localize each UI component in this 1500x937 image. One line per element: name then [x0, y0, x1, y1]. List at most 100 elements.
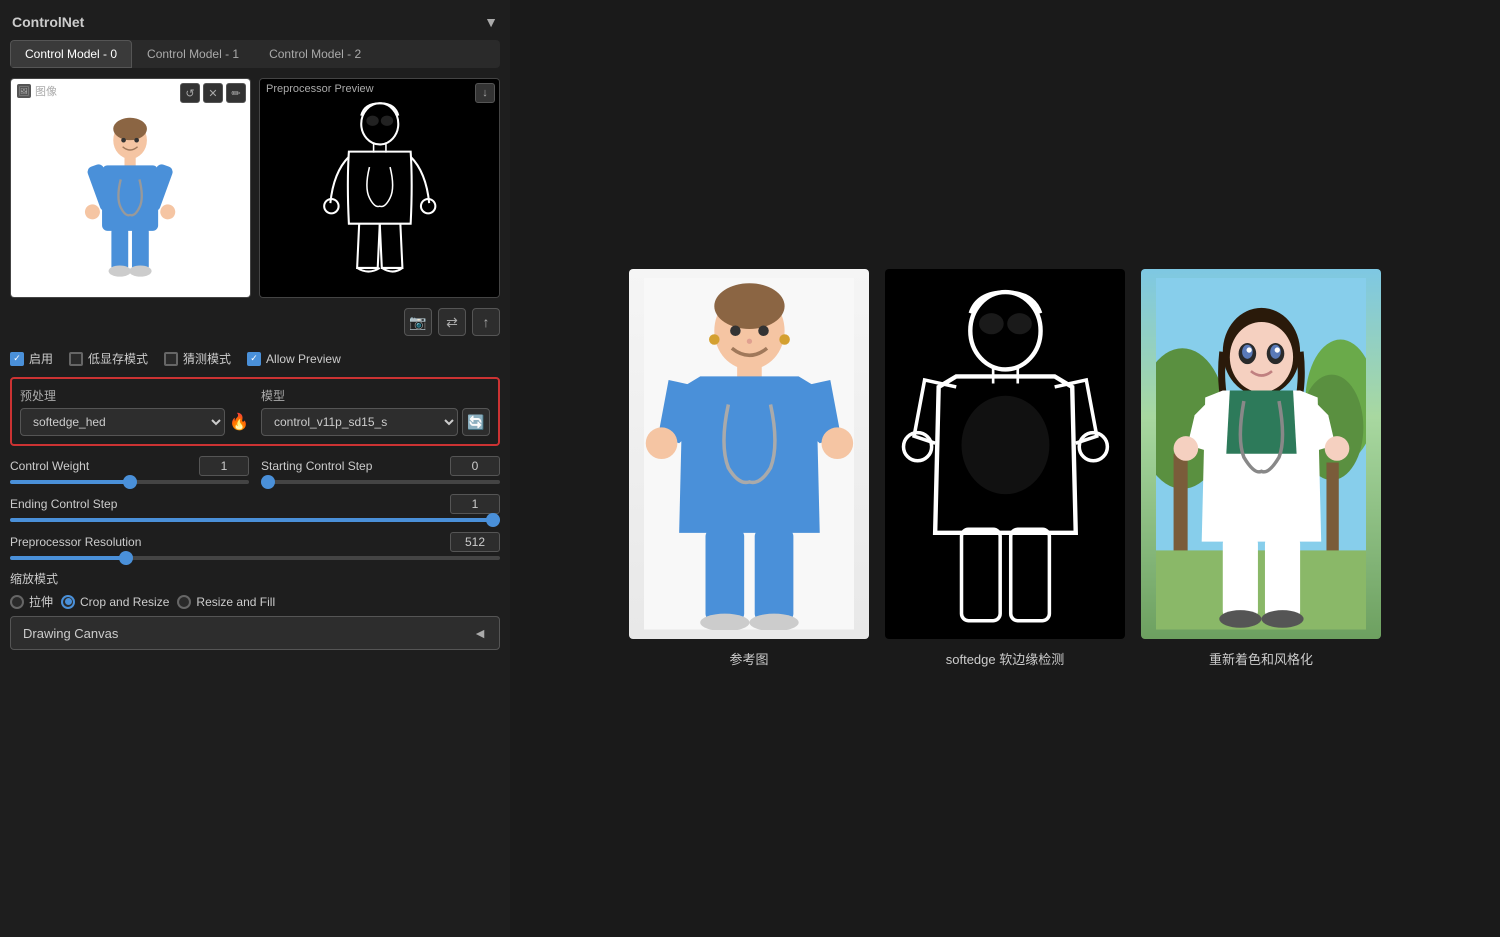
model-refresh-button[interactable]: 🔄	[462, 408, 490, 436]
stretch-radio-circle[interactable]	[10, 595, 24, 609]
preprocessor-edge-image	[260, 79, 499, 297]
guess-mode-checkbox[interactable]: 猜测模式	[164, 350, 231, 367]
crop-resize-radio-circle[interactable]	[61, 595, 75, 609]
upload-action-button[interactable]: ↑	[472, 308, 500, 336]
ending-step-label: Ending Control Step	[10, 497, 117, 511]
resize-fill-radio[interactable]: Resize and Fill	[177, 595, 275, 609]
left-panel: ControlNet ▼ Control Model - 0 Control M…	[0, 0, 510, 937]
starting-step-label: Starting Control Step	[261, 459, 372, 473]
preprocessor-select-row: softedge_hed canny depth openpose 🔥	[20, 408, 249, 436]
panel-title: ControlNet	[12, 14, 84, 30]
fire-icon: 🔥	[229, 412, 249, 432]
guess-mode-checkbox-box[interactable]	[164, 352, 178, 366]
allow-preview-checkbox-box[interactable]	[247, 352, 261, 366]
reference-caption: 参考图	[729, 649, 768, 668]
enable-label: 启用	[29, 350, 53, 367]
low-vram-checkbox-box[interactable]	[69, 352, 83, 366]
anime-result-image	[1141, 269, 1381, 639]
source-image-box: 🖼 图像 ↺ ✕ ✏	[10, 78, 251, 298]
download-button[interactable]: ↓	[475, 83, 495, 103]
panel-title-row: ControlNet ▼	[10, 10, 500, 34]
preprocessor-label: 预处理	[20, 387, 249, 404]
nurse-source-image	[11, 79, 250, 297]
edge-result-svg	[900, 278, 1111, 630]
starting-step-col: Starting Control Step 0	[261, 456, 500, 484]
edge-result-image	[885, 269, 1125, 639]
stretch-radio[interactable]: 拉伸	[10, 593, 53, 610]
previews-row: 🖼 图像 ↺ ✕ ✏	[10, 78, 500, 298]
allow-preview-label: Allow Preview	[266, 352, 341, 366]
model-select-row: control_v11p_sd15_s control_v11p_sd15_ca…	[261, 408, 490, 436]
ending-step-header: Ending Control Step 1	[10, 494, 500, 514]
reference-image-col: 参考图	[629, 269, 869, 668]
model-col: 模型 control_v11p_sd15_s control_v11p_sd15…	[261, 387, 490, 436]
preprocessor-preview-controls: ↓	[475, 83, 495, 103]
image-icon: 🖼	[17, 84, 31, 98]
control-weight-label: Control Weight	[10, 459, 89, 473]
anime-result-box	[1141, 269, 1381, 639]
ending-step-slider[interactable]	[10, 518, 500, 522]
action-buttons-row: 📷 ⇄ ↑	[10, 304, 500, 340]
stretch-label: 拉伸	[29, 593, 53, 610]
tabs-row: Control Model - 0 Control Model - 1 Cont…	[10, 40, 500, 68]
anime-result-col: 重新着色和风格化	[1141, 269, 1381, 668]
tab-control-model-2[interactable]: Control Model - 2	[254, 40, 376, 68]
preprocessor-preview-box: Preprocessor Preview ↓	[259, 78, 500, 298]
resize-fill-label: Resize and Fill	[196, 595, 275, 609]
drawing-canvas-arrow: ◄	[473, 625, 487, 641]
collapse-icon[interactable]: ▼	[484, 14, 498, 30]
control-weight-value[interactable]: 1	[199, 456, 249, 476]
model-row: 预处理 softedge_hed canny depth openpose 🔥 …	[20, 387, 490, 436]
control-weight-col: Control Weight 1	[10, 456, 249, 484]
preprocessor-select[interactable]: softedge_hed canny depth openpose	[20, 408, 225, 436]
reference-nurse-svg	[644, 278, 855, 630]
sliders-section: Control Weight 1 Starting Control Step 0…	[10, 452, 500, 564]
control-weight-slider[interactable]	[10, 480, 249, 484]
zoom-options: 拉伸 Crop and Resize Resize and Fill	[10, 593, 500, 610]
drawing-canvas-row[interactable]: Drawing Canvas ◄	[10, 616, 500, 650]
ending-step-value[interactable]: 1	[450, 494, 500, 514]
low-vram-checkbox[interactable]: 低显存模式	[69, 350, 148, 367]
drawing-canvas-label: Drawing Canvas	[23, 626, 118, 641]
preprocessor-resolution-slider[interactable]	[10, 556, 500, 560]
anime-caption: 重新着色和风格化	[1209, 649, 1313, 668]
tab-control-model-1[interactable]: Control Model - 1	[132, 40, 254, 68]
preprocessor-resolution-label: Preprocessor Resolution	[10, 535, 141, 549]
edge-result-col: softedge 软边缘检测	[885, 269, 1125, 668]
ending-step-row: Ending Control Step 1	[10, 494, 500, 522]
crop-resize-label: Crop and Resize	[80, 595, 169, 609]
resize-fill-radio-circle[interactable]	[177, 595, 191, 609]
anime-svg	[1156, 278, 1367, 630]
close-button[interactable]: ✕	[203, 83, 223, 103]
preprocessor-resolution-row: Preprocessor Resolution 512	[10, 532, 500, 560]
preprocessor-preview-label: Preprocessor Preview	[266, 83, 374, 95]
enable-checkbox[interactable]: 启用	[10, 350, 53, 367]
source-preview-controls: ↺ ✕ ✏	[180, 83, 246, 103]
right-panel: 参考图	[510, 0, 1500, 937]
edit-button[interactable]: ✏	[226, 83, 246, 103]
edge-result-box	[885, 269, 1125, 639]
results-grid: 参考图	[629, 269, 1381, 668]
model-select[interactable]: control_v11p_sd15_s control_v11p_sd15_ca…	[261, 408, 458, 436]
nurse-svg	[74, 114, 186, 282]
edge-svg	[318, 95, 442, 280]
guess-mode-label: 猜测模式	[183, 350, 231, 367]
control-weight-header: Control Weight 1	[10, 456, 249, 476]
starting-step-value[interactable]: 0	[450, 456, 500, 476]
checkboxes-row: 启用 低显存模式 猜测模式 Allow Preview	[10, 346, 500, 371]
zoom-section: 缩放模式 拉伸 Crop and Resize Resize and Fill	[10, 570, 500, 610]
refresh-button[interactable]: ↺	[180, 83, 200, 103]
zoom-label: 缩放模式	[10, 570, 500, 587]
swap-action-button[interactable]: ⇄	[438, 308, 466, 336]
low-vram-label: 低显存模式	[88, 350, 148, 367]
allow-preview-checkbox[interactable]: Allow Preview	[247, 352, 341, 366]
source-image-label: 🖼 图像	[17, 83, 57, 99]
enable-checkbox-box[interactable]	[10, 352, 24, 366]
model-label: 模型	[261, 387, 490, 404]
crop-resize-radio[interactable]: Crop and Resize	[61, 595, 169, 609]
preprocessor-col: 预处理 softedge_hed canny depth openpose 🔥	[20, 387, 249, 436]
preprocessor-resolution-value[interactable]: 512	[450, 532, 500, 552]
starting-step-slider[interactable]	[261, 480, 500, 484]
tab-control-model-0[interactable]: Control Model - 0	[10, 40, 132, 68]
camera-action-button[interactable]: 📷	[404, 308, 432, 336]
